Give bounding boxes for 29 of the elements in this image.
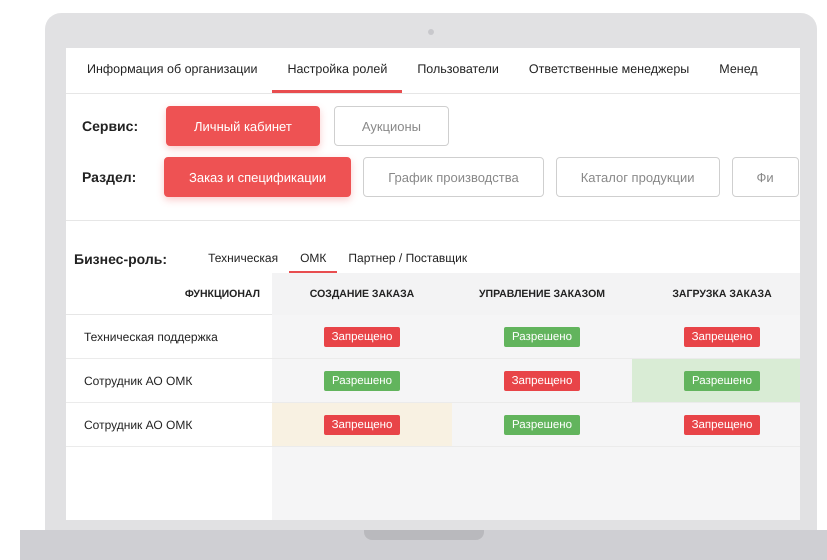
section-option[interactable]: Каталог продукции: [556, 157, 720, 197]
section-option[interactable]: График производства: [363, 157, 544, 197]
tab[interactable]: Менед: [704, 48, 773, 93]
status-badge[interactable]: Запрещено: [324, 414, 400, 434]
tab[interactable]: Пользователи: [402, 48, 514, 93]
status-badge[interactable]: Разрешено: [504, 414, 580, 434]
column-header: ЗАГРУЗКА ЗАКАЗА: [632, 273, 800, 315]
role-tab[interactable]: Партнер / Поставщик: [337, 245, 478, 273]
tab[interactable]: Ответственные менеджеры: [514, 48, 704, 93]
status-badge[interactable]: Запрещено: [324, 326, 400, 346]
tab[interactable]: Информация об организации: [72, 48, 272, 93]
status-badge[interactable]: Запрещено: [684, 414, 760, 434]
section-option[interactable]: Заказ и спецификации: [164, 157, 352, 197]
column-header: УПРАВЛЕНИЕ ЗАКАЗОМ: [452, 273, 632, 315]
status-badge[interactable]: Запрещено: [684, 326, 760, 346]
tab[interactable]: Настройка ролей: [272, 48, 402, 93]
camera-icon: [428, 29, 434, 35]
business-role-label: Бизнес-роль:: [74, 251, 168, 269]
service-option[interactable]: Аукционы: [334, 106, 449, 146]
status-badge[interactable]: Запрещено: [504, 370, 580, 390]
status-badge[interactable]: Разрешено: [504, 326, 580, 346]
section-option[interactable]: Фи: [732, 157, 799, 197]
service-option[interactable]: Личный кабинет: [166, 106, 320, 146]
column-header: СОЗДАНИЕ ЗАКАЗА: [272, 273, 452, 315]
status-badge[interactable]: Разрешено: [324, 370, 400, 390]
service-label: Сервис:: [82, 118, 140, 134]
role-tab[interactable]: Техническая: [197, 245, 290, 273]
section-label: Раздел:: [82, 169, 138, 185]
status-badge[interactable]: Разрешено: [684, 370, 760, 390]
